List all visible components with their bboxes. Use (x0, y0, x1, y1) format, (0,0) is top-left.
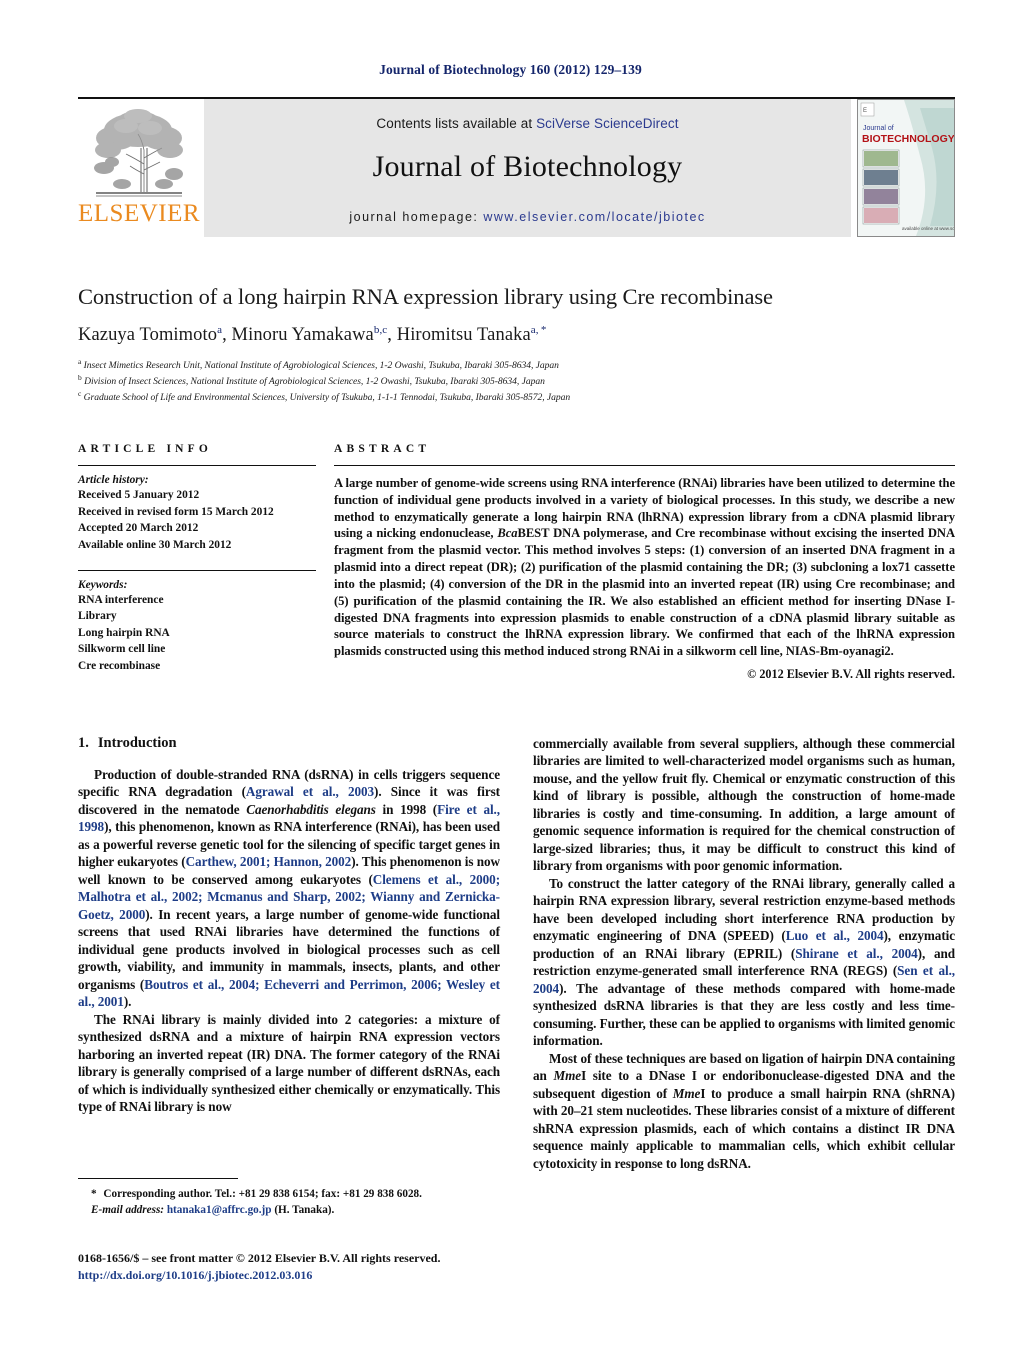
footnote-area: * Corresponding author. Tel.: +81 29 838… (78, 1178, 500, 1218)
section-number: 1. (78, 735, 89, 751)
keywords-block: Keywords: RNA interference Library Long … (78, 571, 316, 675)
sciencedirect-link[interactable]: SciVerse ScienceDirect (536, 116, 679, 131)
svg-text:available online at www.scienc: available online at www.sciencedirect.co… (902, 226, 954, 231)
abstract-column: ABSTRACT A large number of genome-wide s… (334, 443, 955, 682)
affiliation-item: c Graduate School of Life and Environmen… (78, 389, 955, 405)
author-list: Kazuya Tomimotoa, Minoru Yamakawab,c, Hi… (78, 324, 547, 346)
running-head: Journal of Biotechnology 160 (2012) 129–… (379, 62, 642, 77)
svg-text:E: E (863, 108, 867, 114)
keyword-item: Long hairpin RNA (78, 626, 170, 639)
abstract-heading: ABSTRACT (334, 443, 431, 455)
cover-artwork: E Journal of BIOTECHNOLOGY available onl… (858, 100, 954, 236)
keyword-item: Library (78, 610, 117, 623)
elsevier-tree-icon (94, 109, 183, 197)
corresponding-author-note: * Corresponding author. Tel.: +81 29 838… (91, 1188, 422, 1200)
masthead-center: Contents lists available at SciVerse Sci… (204, 99, 851, 237)
journal-cover-thumbnail: E Journal of BIOTECHNOLOGY available onl… (857, 99, 955, 237)
affiliation-list: a Insect Mimetics Research Unit, Nationa… (78, 357, 955, 404)
article-info-column: ARTICLE INFO Article history: Received 5… (78, 443, 316, 682)
footnote-rule (78, 1178, 238, 1179)
imprint-block: 0168-1656/$ – see front matter © 2012 El… (78, 1250, 578, 1285)
section-heading-introduction: 1. Introduction (78, 735, 500, 752)
keyword-item: RNA interference (78, 593, 164, 606)
history-item: Received in revised form 15 March 2012 (78, 505, 274, 518)
email-note: E-mail address: htanaka1@affrc.go.jp (H.… (91, 1203, 335, 1216)
intro-paragraph: To construct the latter category of the … (533, 875, 955, 1049)
affiliation-item: b Division of Insect Sciences, National … (78, 373, 955, 389)
body-column-right: commercially available from several supp… (533, 735, 955, 1172)
info-and-abstract: ARTICLE INFO Article history: Received 5… (78, 443, 955, 682)
intro-paragraph: Most of these techniques are based on li… (533, 1050, 955, 1171)
doi-link[interactable]: http://dx.doi.org/10.1016/j.jbiotec.2012… (78, 1267, 578, 1284)
abstract-text: A large number of genome-wide screens us… (334, 476, 955, 659)
journal-homepage-line: journal homepage: www.elsevier.com/locat… (204, 210, 851, 224)
contents-prefix: Contents lists available at (376, 116, 537, 131)
homepage-label: journal homepage: (349, 210, 484, 224)
homepage-url-link[interactable]: www.elsevier.com/locate/jbiotec (483, 210, 705, 224)
abstract-copyright: © 2012 Elsevier B.V. All rights reserved… (747, 666, 955, 681)
article-history-block: Article history: Received 5 January 2012… (78, 466, 316, 554)
elsevier-logo: ELSEVIER (78, 99, 201, 237)
keywords-label: Keywords: (78, 578, 128, 591)
svg-text:Journal of: Journal of (863, 125, 894, 132)
intro-paragraph: The RNAi library is mainly divided into … (78, 1011, 500, 1115)
article-history-label: Article history: (78, 474, 149, 486)
affiliation-marker: c (78, 388, 82, 398)
body-column-gap (500, 735, 533, 1172)
history-item: Accepted 20 March 2012 (78, 522, 199, 535)
article-info-heading: ARTICLE INFO (78, 443, 213, 455)
affiliation-text: Graduate School of Life and Environmenta… (83, 391, 571, 403)
section-title: Introduction (97, 735, 177, 751)
body-column-left: 1. Introduction Production of double-stra… (78, 735, 500, 1172)
contents-lists-line: Contents lists available at SciVerse Sci… (204, 99, 851, 131)
elsevier-wordmark: ELSEVIER (78, 200, 201, 227)
article-title: Construction of a long hairpin RNA expre… (78, 284, 773, 309)
svg-text:BIOTECHNOLOGY: BIOTECHNOLOGY (862, 133, 954, 145)
intro-paragraph: Production of double-stranded RNA (dsRNA… (78, 767, 501, 1010)
affiliation-item: a Insect Mimetics Research Unit, Nationa… (78, 357, 955, 373)
keyword-item: Cre recombinase (78, 660, 161, 673)
body-columns: 1. Introduction Production of double-stra… (78, 735, 955, 1172)
affiliation-text: Division of Insect Sciences, National In… (84, 376, 545, 388)
history-item: Available online 30 March 2012 (78, 538, 232, 551)
history-item: Received 5 January 2012 (78, 489, 200, 501)
issn-copyright-line: 0168-1656/$ – see front matter © 2012 El… (78, 1251, 441, 1265)
keyword-item: Silkworm cell line (78, 643, 166, 656)
journal-masthead: ELSEVIER Contents lists available at Sci… (78, 97, 955, 237)
column-gap (316, 443, 334, 682)
affiliation-marker: b (78, 372, 82, 382)
journal-title: Journal of Biotechnology (372, 150, 683, 183)
affiliation-text: Insect Mimetics Research Unit, National … (83, 360, 559, 372)
affiliation-marker: a (78, 357, 82, 367)
intro-paragraph: commercially available from several supp… (533, 736, 955, 874)
article-page: Journal of Biotechnology 160 (2012) 129–… (0, 0, 1021, 1351)
title-block: Construction of a long hairpin RNA expre… (78, 283, 955, 405)
